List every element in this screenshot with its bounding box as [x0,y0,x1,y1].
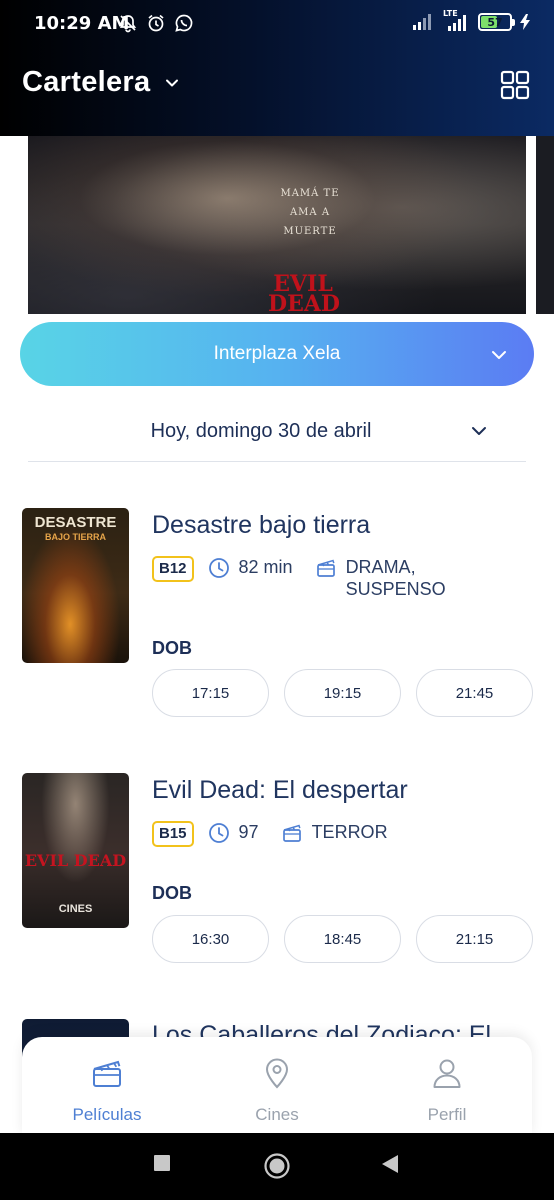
movie-card[interactable]: EVIL DEAD CINES Evil Dead: El despertar … [22,773,534,993]
poster-logo: EVIL DEAD [24,851,127,870]
mute-bell-icon [119,15,137,33]
nav-label: Perfil [427,1105,467,1124]
clapperboard-icon [316,559,335,577]
movie-meta: B12 82 min DRAMA, SUSPENSO [152,556,468,600]
battery-level: 57 [487,15,503,29]
rating-badge: B12 [152,556,194,582]
showtime-button[interactable]: 16:30 [152,915,269,963]
charging-icon [520,14,530,30]
showtime-button[interactable]: 18:45 [284,915,401,963]
app-header: 10:29 AM LTE 57 Cartelera [0,0,554,136]
poster-title: DESASTRE [34,514,117,531]
clapperboard-icon [282,824,301,842]
showtime-button[interactable]: 17:15 [152,669,269,717]
rating-badge: B15 [152,821,194,847]
clock-icon [208,823,229,843]
showtime-list: 16:30 18:45 21:15 [152,915,533,963]
status-bar: 10:29 AM LTE 57 [0,0,554,50]
back-icon[interactable] [380,1153,400,1175]
movie-poster[interactable]: DESASTRE BAJO TIERRA [22,508,129,663]
date-selector-label: Hoy, domingo 30 de abril [150,420,372,442]
title-dropdown[interactable]: Cartelera [22,66,180,99]
whatsapp-icon [175,14,193,32]
status-notification-icons [118,13,194,33]
signal-icon [413,14,431,30]
date-selector[interactable]: Hoy, domingo 30 de abril [28,404,526,462]
chevron-down-icon [472,427,486,435]
movie-card[interactable]: DESASTRE BAJO TIERRA Desastre bajo tierr… [22,508,534,728]
chevron-down-icon [166,79,179,86]
page-title: Cartelera [22,66,151,98]
showtime-button[interactable]: 19:15 [284,669,401,717]
lte-signal-icon [448,15,466,31]
hero-logo: EVIL DEAD [268,271,340,316]
poster-footer: CINES [58,903,93,915]
status-system-icons: LTE 57 [412,9,530,32]
status-time: 10:29 AM [34,13,130,34]
nav-item-cines[interactable]: Cines [192,1037,362,1137]
user-icon [433,1059,461,1088]
bottom-nav: Películas Cines Perfil [22,1037,532,1137]
poster-subtitle: BAJO TIERRA [44,532,106,542]
showtime-list: 17:15 19:15 21:45 [152,669,533,717]
home-icon[interactable] [263,1152,291,1180]
cinema-selector-label: Interplaza Xela [213,343,341,364]
movie-title[interactable]: Desastre bajo tierra [152,511,370,540]
nav-label: Cines [255,1105,299,1124]
language-label: DOB [152,638,192,658]
cinema-selector[interactable]: Interplaza Xela [20,322,534,386]
movie-title[interactable]: Evil Dead: El despertar [152,776,408,805]
showtime-button[interactable]: 21:15 [416,915,533,963]
hero-poster[interactable]: MAMÁ TE AMA A MUERTE EVIL DEAD [28,136,526,316]
movie-genre: TERROR [311,822,388,842]
lte-signal: LTE [442,9,470,32]
nav-item-peliculas[interactable]: Películas [22,1037,192,1137]
movie-duration: 82 min [238,557,293,577]
nav-item-perfil[interactable]: Perfil [362,1037,532,1137]
movie-genres: DRAMA, SUSPENSO [346,556,468,600]
movie-duration: 97 [238,822,259,842]
clock-icon [208,558,229,578]
nav-label: Películas [72,1105,142,1124]
language-label: DOB [152,883,192,903]
movie-poster[interactable]: EVIL DEAD CINES [22,773,129,928]
alarm-icon [148,14,164,32]
system-nav-bar [0,1133,554,1200]
movie-genre: SUSPENSO [345,579,446,599]
battery-icon: 57 [478,13,515,31]
chevron-down-icon [492,351,506,359]
grid-view-icon[interactable] [500,70,530,100]
hero-poster-next[interactable] [536,136,554,314]
clapperboard-icon [93,1060,121,1087]
recent-apps-icon[interactable] [152,1153,172,1173]
movie-meta: B15 97 TERROR [152,821,410,847]
movie-genre: DRAMA, [345,557,416,577]
hero-carousel[interactable]: MAMÁ TE AMA A MUERTE EVIL DEAD [0,136,554,316]
showtime-button[interactable]: 21:45 [416,669,533,717]
hero-tagline: MAMÁ TE AMA A MUERTE [280,188,340,237]
map-pin-icon [265,1058,289,1089]
